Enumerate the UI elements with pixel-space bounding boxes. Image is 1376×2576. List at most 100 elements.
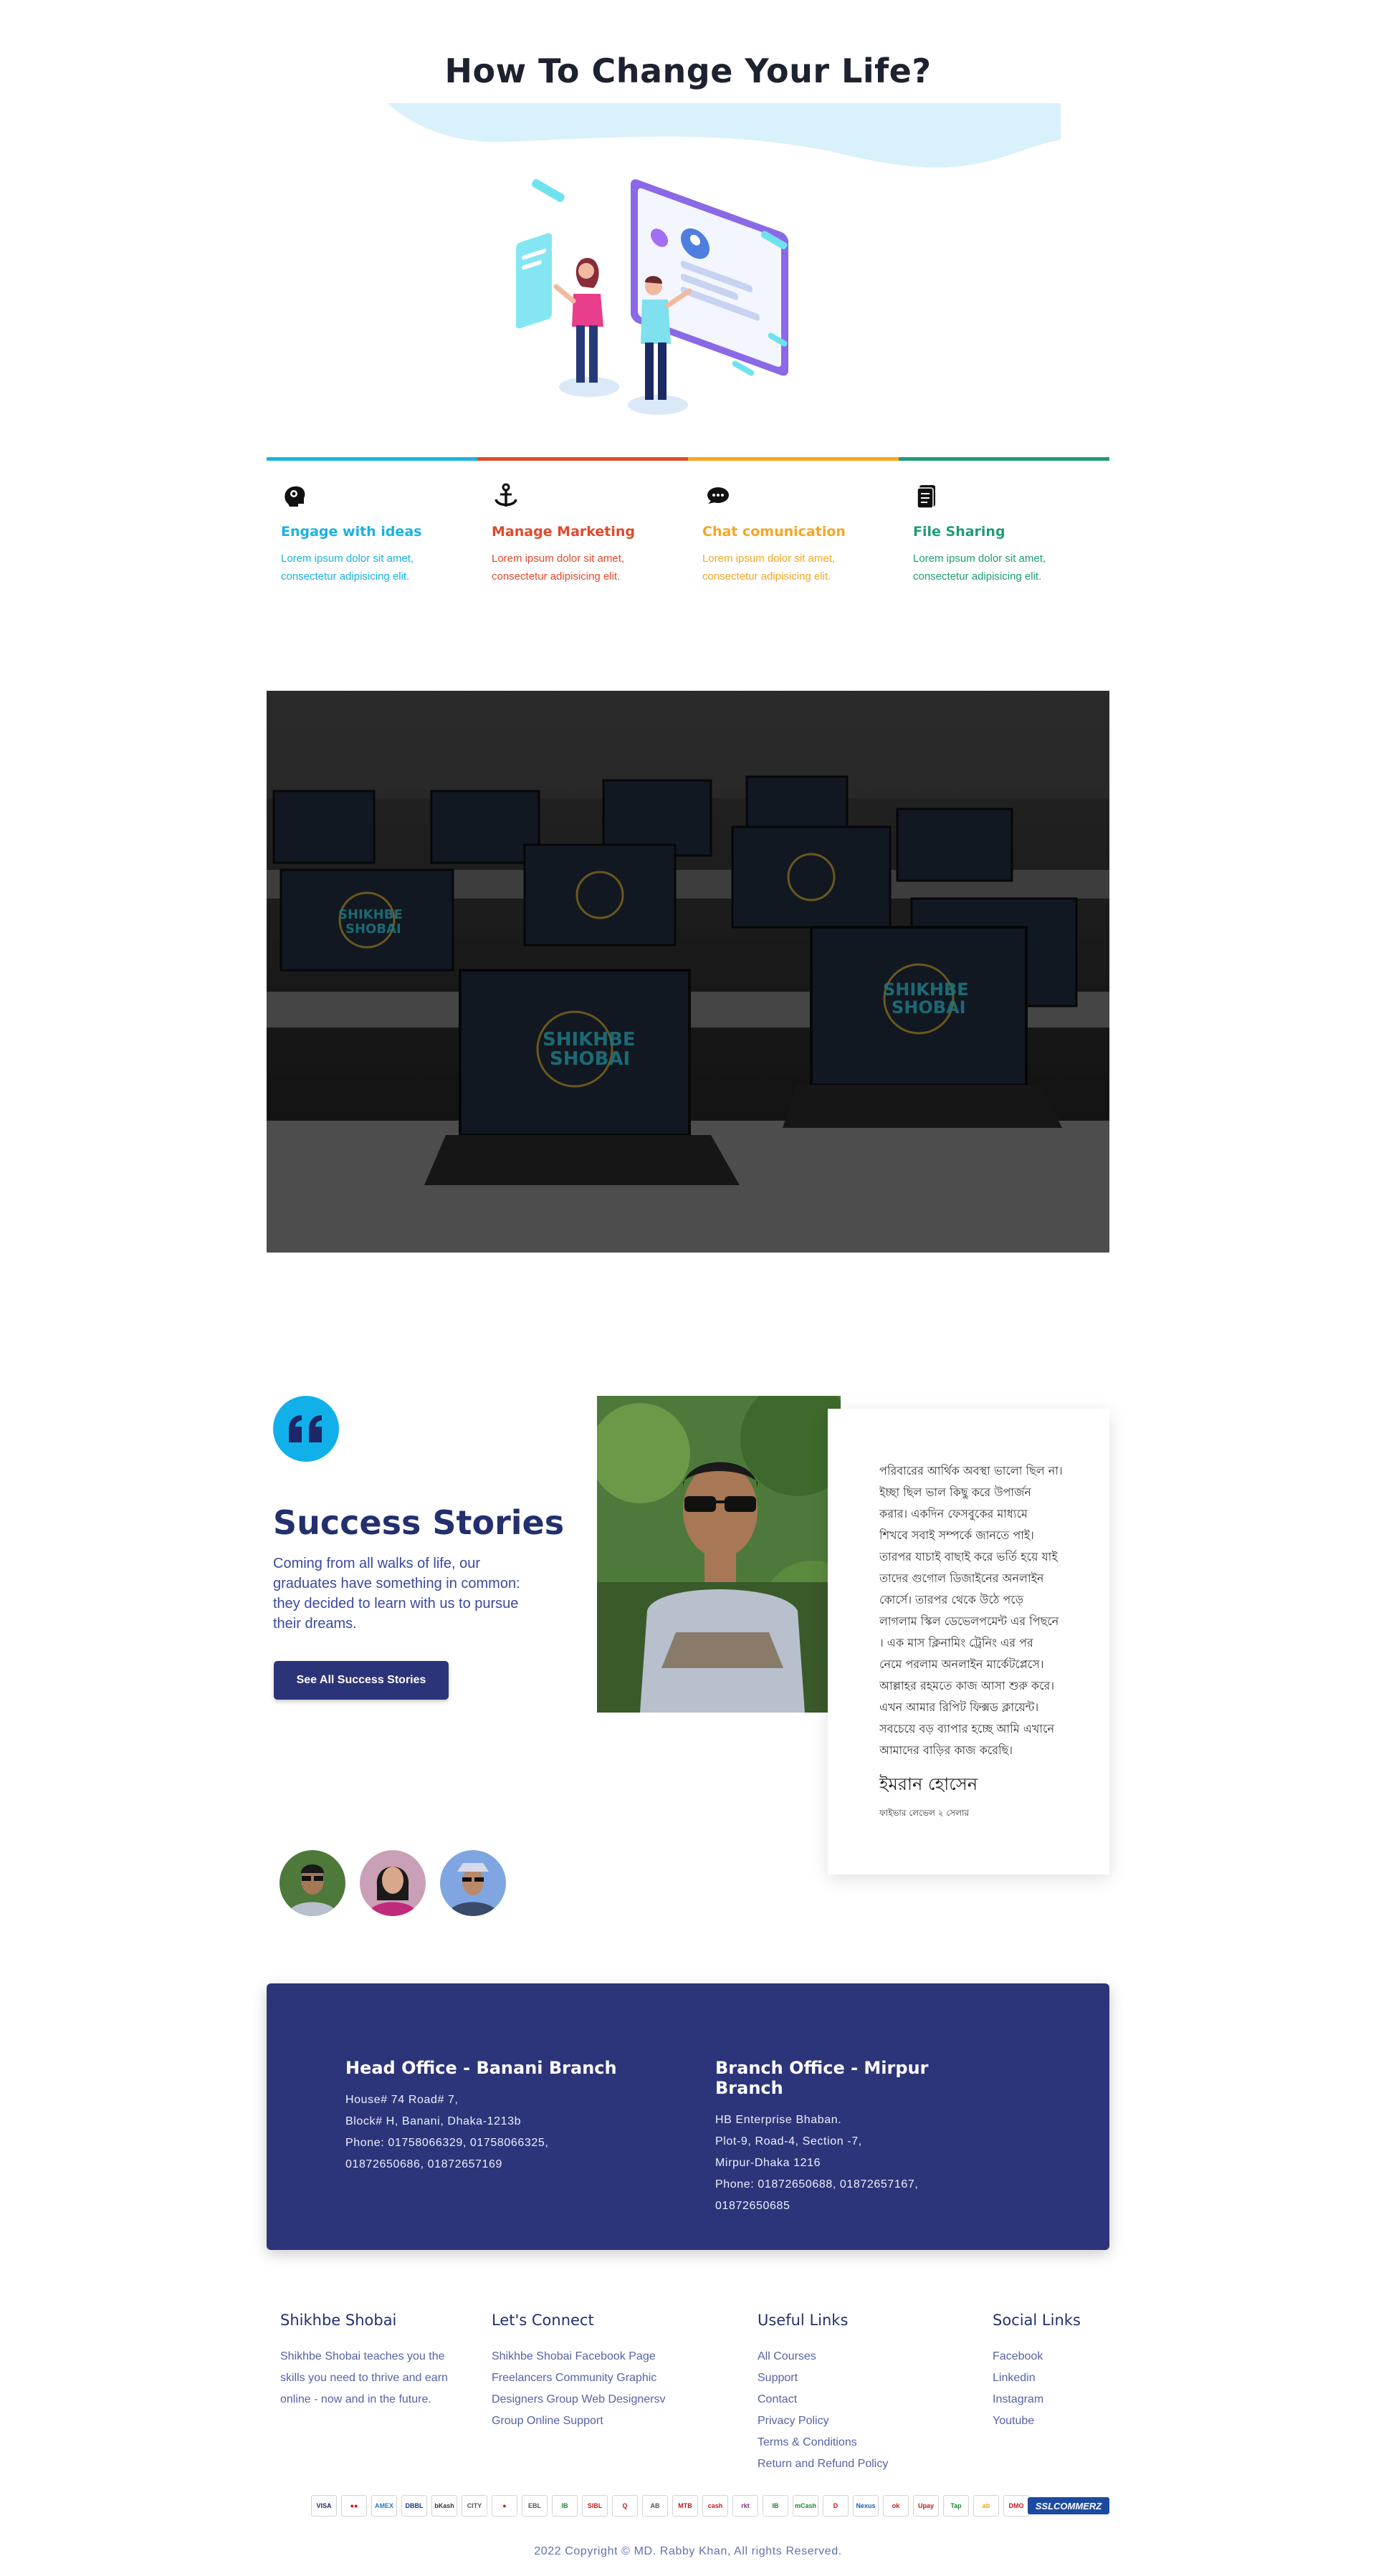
footer-link[interactable]: Designers Group Web Designersv (492, 2389, 707, 2410)
payment-logo: IB (763, 2495, 788, 2517)
anchor-icon (494, 483, 517, 507)
feature-desc: Lorem ipsum dolor sit amet, consectetur … (492, 552, 625, 583)
payment-logo: Tap (943, 2495, 969, 2517)
payment-logo: rkt (732, 2495, 758, 2517)
payment-logo: mCash (793, 2495, 818, 2517)
chat-icon (707, 487, 729, 504)
payment-methods: VISA ●● AMEX DBBL bKash CITY ● EBL IB SIBL Q AB MTB c… (311, 2494, 1029, 2518)
quote-glyph (289, 1415, 322, 1442)
features-row: Engage with ideas Lorem ipsum dolor sit … (267, 457, 1109, 622)
payment-logo: D (823, 2495, 849, 2517)
footer-link-refund[interactable]: Return and Refund Policy (758, 2453, 944, 2475)
payment-logo: AB (642, 2495, 668, 2517)
payment-logo: CITY (462, 2495, 487, 2517)
footer-useful-links: Useful Links All Courses Support Contact… (758, 2312, 944, 2475)
payment-logo: IB (552, 2495, 578, 2517)
footer-heading: Useful Links (758, 2312, 849, 2329)
story-line: তারপর যাচাই বাছাই করে ভর্তি হয়ে যাই (879, 1550, 1058, 1564)
quote-icon (273, 1396, 339, 1462)
office-line: Phone: 01758066329, 01758066325, (345, 2137, 549, 2149)
feature-desc: Lorem ipsum dolor sit amet, consectetur … (281, 552, 414, 583)
payment-logo: EBL (522, 2495, 548, 2517)
feature-desc: Lorem ipsum dolor sit amet, consectetur … (913, 552, 1046, 583)
feature-title: File Sharing (913, 524, 1005, 540)
feature-card: File Sharing Lorem ipsum dolor sit amet,… (899, 457, 1109, 622)
footer-link-instagram[interactable]: Instagram (993, 2389, 1107, 2410)
footer-link-all-courses[interactable]: All Courses (758, 2346, 944, 2367)
office-line: HB Enterprise Bhaban. (715, 2114, 842, 2126)
payment-logo: ab (973, 2495, 999, 2517)
story-line: এখন আমার রিপিট ফিক্সড ক্লায়েন্ট। (879, 1700, 1039, 1714)
office-line: 01872650685 (715, 2200, 790, 2212)
office-line: Block# H, Banani, Dhaka-1213b (345, 2115, 522, 2127)
footer-link-support[interactable]: Support (758, 2367, 944, 2389)
payment-logo: cash (702, 2495, 728, 2517)
feature-card: Manage Marketing Lorem ipsum dolor sit a… (477, 457, 688, 622)
payment-logo: SIBL (582, 2495, 608, 2517)
office-line: 01872650686, 01872657169 (345, 2158, 503, 2170)
footer-link-terms[interactable]: Terms & Conditions (758, 2432, 944, 2453)
file-icon (917, 485, 935, 509)
footer-link-linkedin[interactable]: Linkedin (993, 2367, 1107, 2389)
footer-heading: Let's Connect (492, 2312, 594, 2329)
feature-card: Chat comunication Lorem ipsum dolor sit … (688, 457, 899, 622)
footer-heading: Shikhbe Shobai (280, 2312, 397, 2329)
footer-about: Shikhbe Shobai Shikhbe Shobai teaches yo… (280, 2312, 474, 2410)
payment-logo: ● (492, 2495, 517, 2517)
footer-link-privacy[interactable]: Privacy Policy (758, 2410, 944, 2432)
story-card: পরিবারের আর্থিক অবস্থা ভালো ছিল না। ইচ্ছ… (828, 1409, 1109, 1874)
sslcommerz-logo: SSLCOMMERZ (1028, 2497, 1109, 2514)
footer-link-youtube[interactable]: Youtube (993, 2410, 1107, 2432)
story-avatars (280, 1850, 506, 1916)
story-line: কোর্সে। তারপর থেকে উঠে পড়ে (879, 1593, 1024, 1607)
student-name: ইমরান হোসেন (879, 1774, 978, 1794)
office-line: House# 74 Road# 7, (345, 2094, 459, 2106)
avatar[interactable] (360, 1850, 426, 1916)
payment-logo: Nexus (853, 2495, 879, 2517)
payment-logo: bKash (431, 2495, 457, 2517)
success-stories-title: Success Stories (273, 1503, 565, 1542)
feature-title: Chat comunication (702, 524, 846, 540)
office-banani: Head Office - Banani Branch House# 74 Ro… (345, 2058, 632, 2175)
office-line: Phone: 01872650688, 01872657167, (715, 2178, 919, 2190)
feature-title: Manage Marketing (492, 524, 636, 540)
avatar[interactable] (440, 1850, 506, 1916)
student-portrait (597, 1396, 841, 1713)
avatar[interactable] (280, 1850, 345, 1916)
feature-card: Engage with ideas Lorem ipsum dolor sit … (267, 457, 477, 622)
footer-link[interactable]: Group Online Support (492, 2410, 707, 2432)
payment-logo: VISA (311, 2495, 337, 2517)
story-line: আমাদের বাড়ির কাজ করেছি। (879, 1743, 1013, 1757)
footer-text: Shikhbe Shobai teaches you the (280, 2350, 445, 2362)
offices-panel: Head Office - Banani Branch House# 74 Ro… (267, 1983, 1109, 2250)
footer-text: online - now and in the future. (280, 2393, 431, 2405)
story-line: করার। একদিন ফেসবুকের মাধ্যমে (879, 1507, 1028, 1521)
footer-text: skills you need to thrive and earn (280, 2372, 448, 2384)
footer-link-contact[interactable]: Contact (758, 2389, 944, 2410)
copyright: 2022 Copyright © MD. Rabby Khan, All rig… (534, 2545, 842, 2557)
story-line: ইচ্ছা ছিল ভাল কিছু করে উপার্জন (879, 1485, 1031, 1499)
story-line: সবচেয়ে বড় ব্যাপার হচ্ছে আমি এখানে (879, 1722, 1055, 1735)
see-all-stories-button[interactable]: See All Success Stories (274, 1661, 449, 1700)
footer-link-facebook[interactable]: Facebook (993, 2346, 1107, 2367)
feature-desc: Lorem ipsum dolor sit amet, consectetur … (702, 552, 836, 583)
story-line: লাগলাম স্কিল ডেভেলপমেন্ট এর পিছনে (879, 1614, 1059, 1628)
footer-connect: Let's Connect Shikhbe Shobai Facebook Pa… (492, 2312, 707, 2432)
office-line: Mirpur-Dhaka 1216 (715, 2157, 821, 2169)
student-role: ফাইভার লেভেল ২ সেলার (879, 1808, 970, 1818)
feature-title: Engage with ideas (281, 524, 422, 540)
success-stories-desc: Coming from all walks of life, our gradu… (273, 1556, 520, 1632)
classroom-photo: SHIKHBE SHOBAI SHIKHBE SHOBAI SHIKHBE SH… (267, 691, 1109, 1253)
payment-logo: DBBL (401, 2495, 427, 2517)
story-line: তাদের গুগোল ডিজাইনের অনলাইন (879, 1571, 1044, 1585)
footer-link[interactable]: Shikhbe Shobai Facebook Page (492, 2346, 707, 2367)
payment-logo: ok (883, 2495, 909, 2517)
story-line: পরিবারের আর্থিক অবস্থা ভালো ছিল না। (879, 1464, 1063, 1478)
payment-logo: Q (612, 2495, 638, 2517)
payment-logo: MTB (672, 2495, 698, 2517)
office-title: Branch Office - Mirpur Branch (715, 2058, 929, 2098)
payment-logo: DMO (1003, 2495, 1029, 2517)
story-line: আল্লাহর রহমতে কাজ আসা শুরু করে। (879, 1679, 1055, 1692)
footer-link[interactable]: Freelancers Community Graphic (492, 2367, 707, 2389)
brain-icon (285, 486, 305, 507)
